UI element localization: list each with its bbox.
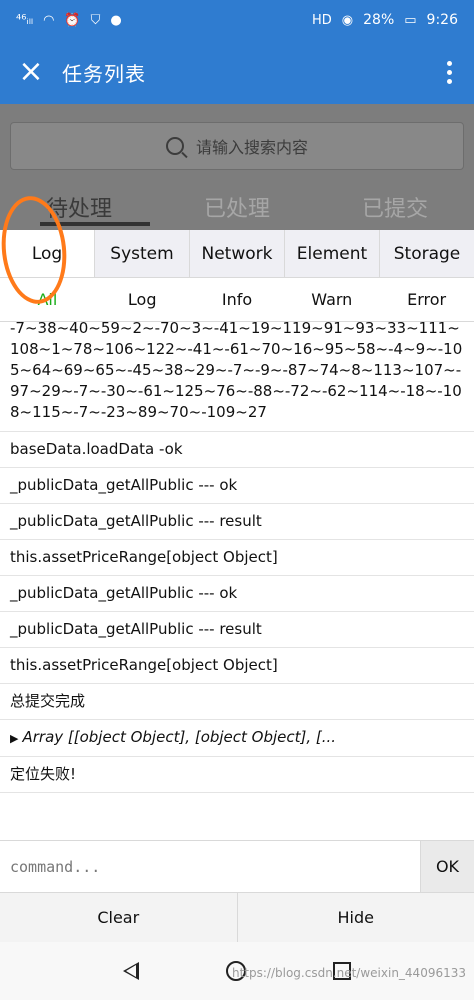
back-icon[interactable]: [123, 962, 140, 980]
page-title: 任务列表: [62, 61, 146, 86]
tab-submitted: 已提交: [361, 197, 428, 222]
tab-system[interactable]: System: [95, 230, 190, 277]
clock: 9:26: [426, 12, 458, 28]
console-panel: Log System Network Element Storage All L…: [0, 230, 474, 893]
console-tab-bar: Log System Network Element Storage: [0, 230, 474, 278]
filter-error[interactable]: Error: [379, 278, 474, 321]
log-list[interactable]: -7~38~40~59~2~-70~3~-41~19~119~91~93~33~…: [0, 322, 474, 840]
log-item: this.assetPriceRange[object Object]: [0, 540, 474, 576]
console-actions: Clear Hide: [0, 892, 474, 942]
log-item: _publicData_getAllPublic --- result: [0, 504, 474, 540]
expand-caret-icon[interactable]: ▶: [10, 729, 18, 748]
search-icon: [165, 137, 184, 155]
battery-icon: ▭: [404, 12, 417, 28]
command-bar: OK: [0, 840, 474, 893]
log-item: _publicData_getAllPublic --- result: [0, 612, 474, 648]
log-item: -7~38~40~59~2~-70~3~-41~19~119~91~93~33~…: [0, 322, 474, 432]
wifi-icon: ◠: [43, 12, 55, 28]
status-bar: ⁴⁶ᵢₗₗ ◠ ⏰ ⛉ ● HD ◉ 28% ▭ 9:26: [0, 0, 474, 40]
shield-icon: ⛉: [90, 12, 101, 28]
tab-storage[interactable]: Storage: [380, 230, 474, 277]
close-icon[interactable]: ×: [0, 57, 62, 87]
filter-warn[interactable]: Warn: [284, 278, 379, 321]
log-item: baseData.loadData -ok: [0, 432, 474, 468]
chat-icon: ●: [110, 12, 122, 28]
log-filter-bar: All Log Info Warn Error: [0, 278, 474, 322]
hide-button[interactable]: Hide: [238, 893, 474, 942]
search-placeholder: 请输入搜索内容: [195, 138, 308, 157]
search-bar: 请输入搜索内容: [10, 122, 464, 170]
filter-log[interactable]: Log: [95, 278, 190, 321]
watermark: https://blog.csdn.net/weixin_44096133: [231, 966, 466, 980]
filter-info[interactable]: Info: [190, 278, 285, 321]
tab-processed: 已处理: [203, 197, 270, 222]
app-bar: × 任务列表: [0, 40, 474, 104]
eye-icon: ◉: [341, 12, 354, 28]
log-item: _publicData_getAllPublic --- ok: [0, 576, 474, 612]
more-options-icon[interactable]: [424, 60, 474, 84]
alarm-icon: ⏰: [64, 12, 81, 28]
tab-network[interactable]: Network: [190, 230, 285, 277]
log-item: 定位失败!: [0, 757, 474, 793]
log-item: 总提交完成: [0, 684, 474, 720]
clear-button[interactable]: Clear: [0, 893, 238, 942]
ok-button[interactable]: OK: [420, 841, 474, 892]
log-item: this.assetPriceRange[object Object]: [0, 648, 474, 684]
background-page-overlay: 请输入搜索内容 待处理 已处理 已提交: [0, 104, 474, 230]
battery-percent: 28%: [363, 12, 395, 28]
hd-badge: HD: [311, 12, 332, 28]
tab-element[interactable]: Element: [285, 230, 380, 277]
array-preview: Array [[object Object], [object Object],…: [22, 728, 337, 746]
signal-icon: ⁴⁶ᵢₗₗ: [16, 12, 34, 28]
command-input[interactable]: [0, 841, 420, 893]
log-item: _publicData_getAllPublic --- ok: [0, 468, 474, 504]
log-item-array[interactable]: ▶ Array [[object Object], [object Object]…: [0, 720, 474, 757]
